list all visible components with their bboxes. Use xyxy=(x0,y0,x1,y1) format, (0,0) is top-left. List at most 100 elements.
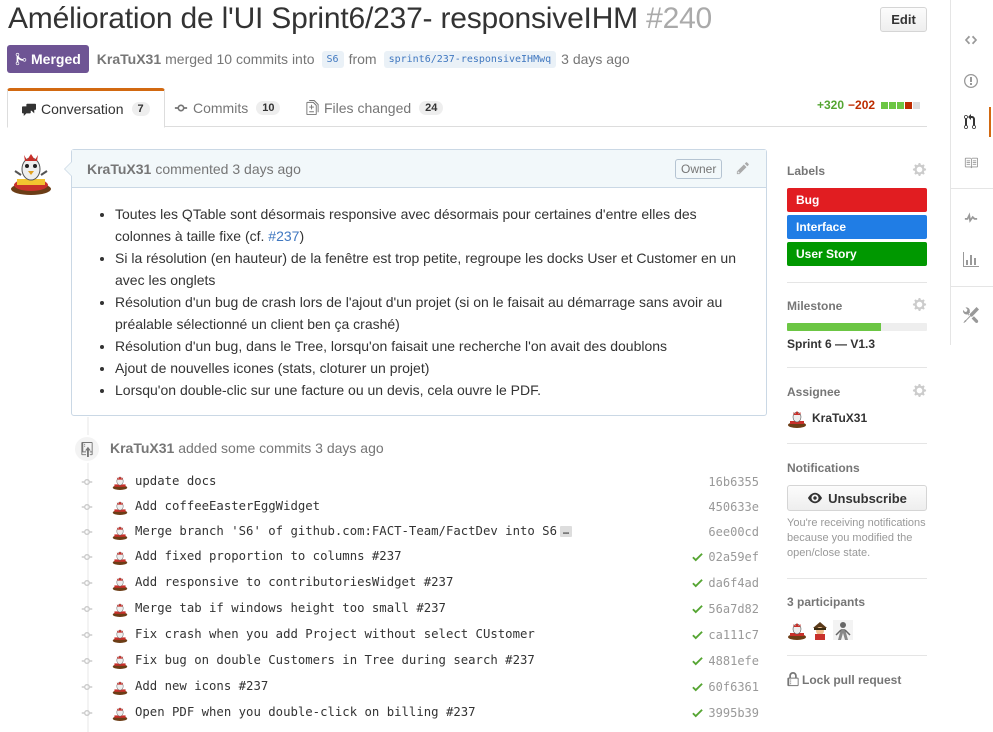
label-interface[interactable]: Interface xyxy=(787,215,927,239)
commits-event-header: KraTuX31 added some commits 3 days ago xyxy=(110,440,384,456)
issue-opened-icon[interactable] xyxy=(951,66,991,96)
pull-request-icon[interactable] xyxy=(951,107,991,137)
commit-message-text[interactable]: Fix bug on double Customers in Tree duri… xyxy=(135,653,535,667)
pencil-edit-icon[interactable] xyxy=(736,161,750,175)
wiki-book-icon[interactable] xyxy=(951,148,991,178)
comment-author[interactable]: KraTuX31 xyxy=(87,161,151,177)
commit-author-avatar[interactable] xyxy=(112,474,128,490)
check-success-icon[interactable] xyxy=(691,680,704,694)
comment-item: Toutes les QTable sont désormais respons… xyxy=(115,203,751,247)
commit-sha[interactable]: da6f4ad xyxy=(708,576,759,590)
commit-sha[interactable]: 450633e xyxy=(708,500,759,514)
check-success-icon[interactable] xyxy=(691,550,704,564)
commit-message[interactable]: Fix bug on double Customers in Tree duri… xyxy=(135,653,535,667)
commit-message-text[interactable]: update docs xyxy=(135,474,216,488)
graph-icon[interactable] xyxy=(951,245,991,275)
eye-icon xyxy=(808,492,823,504)
commit-message-text[interactable]: Merge tab if windows height too small #2… xyxy=(135,601,446,615)
commit-message-text[interactable]: Merge branch 'S6' of github.com:FACT-Tea… xyxy=(135,524,557,538)
unsubscribe-button[interactable]: Unsubscribe xyxy=(787,485,927,511)
participant-avatar[interactable] xyxy=(810,620,830,640)
commit-row: Open PDF when you double-click on billin… xyxy=(0,702,770,724)
assignee-avatar xyxy=(788,411,806,428)
commit-message-text[interactable]: Add fixed proportion to columns #237 xyxy=(135,549,402,563)
commit-message[interactable]: Merge tab if windows height too small #2… xyxy=(135,601,446,615)
commits-author[interactable]: KraTuX31 xyxy=(110,440,174,456)
commit-row: Add coffeeEasterEggWidget 450633e xyxy=(0,496,770,518)
code-icon[interactable] xyxy=(951,25,991,55)
diffstat-block-neutral xyxy=(913,101,921,109)
commit-sha[interactable]: 60f6361 xyxy=(708,680,759,694)
commit-author-avatar[interactable] xyxy=(112,601,128,617)
check-success-icon[interactable] xyxy=(691,576,704,590)
commit-message[interactable]: Add responsive to contributoriesWidget #… xyxy=(135,575,453,589)
git-commit-icon xyxy=(81,580,93,586)
base-branch: S6 xyxy=(321,50,344,68)
pr-title-text: Amélioration de l'UI Sprint6/237- respon… xyxy=(8,2,638,35)
commit-sha[interactable]: 4881efe xyxy=(708,654,759,668)
check-success-icon[interactable] xyxy=(691,602,704,616)
commit-message[interactable]: Add fixed proportion to columns #237 xyxy=(135,549,402,563)
label-bug[interactable]: Bug xyxy=(787,188,927,212)
pulse-icon[interactable] xyxy=(951,203,991,233)
tab-conversation[interactable]: Conversation 7 xyxy=(7,88,165,128)
milestone-name[interactable]: Sprint 6 — V1.3 xyxy=(787,337,875,351)
lock-pull-request-link[interactable]: Lock pull request xyxy=(787,672,901,687)
git-commit-icon xyxy=(81,554,93,560)
merged-time: 3 days ago xyxy=(561,51,630,67)
commit-message-text[interactable]: Add coffeeEasterEggWidget xyxy=(135,499,320,513)
labels-gear-icon[interactable] xyxy=(912,162,927,177)
commit-author-avatar[interactable] xyxy=(112,499,128,515)
lock-icon xyxy=(787,672,799,687)
git-commit-icon xyxy=(81,684,93,690)
commit-message[interactable]: update docs xyxy=(135,474,216,488)
settings-tools-icon[interactable] xyxy=(951,300,991,330)
commit-message[interactable]: Add new icons #237 xyxy=(135,679,268,693)
milestone-gear-icon[interactable] xyxy=(912,297,927,312)
commit-message-text[interactable]: Fix crash when you add Project without s… xyxy=(135,627,535,641)
edit-button[interactable]: Edit xyxy=(880,7,927,32)
commit-sha[interactable]: 56a7d82 xyxy=(708,602,759,616)
git-commit-icon xyxy=(81,479,93,485)
check-success-icon[interactable] xyxy=(691,706,704,720)
commit-author-avatar[interactable] xyxy=(112,575,128,591)
assignee-gear-icon[interactable] xyxy=(912,383,927,398)
issue-link[interactable]: #237 xyxy=(268,228,299,244)
expand-commit-ellipsis[interactable]: … xyxy=(560,526,573,537)
participant-avatar[interactable] xyxy=(787,620,807,640)
commit-author-avatar[interactable] xyxy=(112,679,128,695)
pr-author-link[interactable]: KraTuX31 xyxy=(97,51,161,67)
check-success-icon[interactable] xyxy=(691,628,704,642)
commit-author-avatar[interactable] xyxy=(112,653,128,669)
diffstat-blocks xyxy=(881,101,921,109)
check-success-icon[interactable] xyxy=(691,654,704,668)
commit-message[interactable]: Add coffeeEasterEggWidget xyxy=(135,499,320,513)
commit-message[interactable]: Open PDF when you double-click on billin… xyxy=(135,705,476,719)
commit-message[interactable]: Fix crash when you add Project without s… xyxy=(135,627,535,641)
commit-sha[interactable]: 6ee00cd xyxy=(708,525,759,539)
commit-message-text[interactable]: Add responsive to contributoriesWidget #… xyxy=(135,575,453,589)
commit-author-avatar[interactable] xyxy=(112,524,128,540)
commit-message-text[interactable]: Open PDF when you double-click on billin… xyxy=(135,705,476,719)
commit-author-avatar[interactable] xyxy=(112,627,128,643)
participant-avatar[interactable] xyxy=(833,620,853,640)
commit-row: Fix crash when you add Project without s… xyxy=(0,624,770,646)
commit-sha[interactable]: 3995b39 xyxy=(708,706,759,720)
comment-item: Si la résolution (en hauteur) de la fenê… xyxy=(115,247,751,291)
tab-files-changed[interactable]: Files changed 24 xyxy=(292,88,457,127)
owner-badge: Owner xyxy=(675,159,723,179)
repo-push-icon xyxy=(73,435,101,463)
tab-commits[interactable]: Commits 10 xyxy=(160,88,294,127)
commit-sha[interactable]: ca111c7 xyxy=(708,628,759,642)
commit-sha[interactable]: 16b6355 xyxy=(708,475,759,489)
commit-author-avatar[interactable] xyxy=(112,705,128,721)
diffstat-deletions: −202 xyxy=(848,98,876,112)
author-avatar[interactable] xyxy=(7,149,55,197)
assignee[interactable]: KraTuX31 xyxy=(787,408,867,428)
commit-author-avatar[interactable] xyxy=(112,549,128,565)
diffstat-block-added xyxy=(897,101,905,109)
label-user-story[interactable]: User Story xyxy=(787,242,927,266)
commit-message[interactable]: Merge branch 'S6' of github.com:FACT-Tea… xyxy=(135,524,573,538)
commit-message-text[interactable]: Add new icons #237 xyxy=(135,679,268,693)
commit-sha[interactable]: 02a59ef xyxy=(708,550,759,564)
